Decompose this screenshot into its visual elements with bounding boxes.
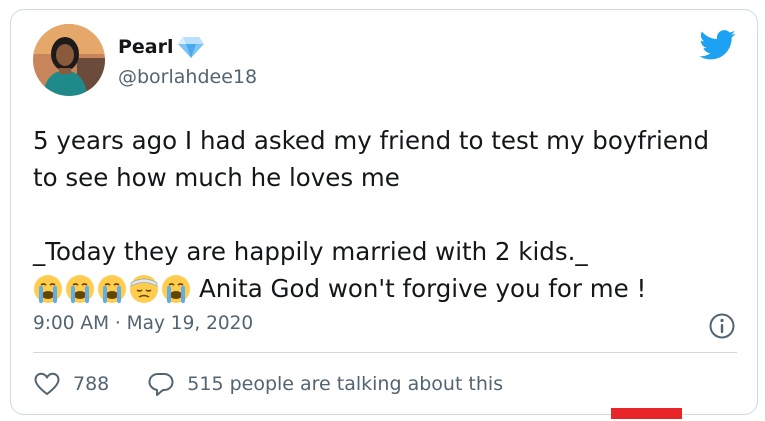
loudly-crying-face-icon <box>66 274 94 303</box>
face-with-head-bandage-icon <box>130 274 158 303</box>
like-button[interactable]: 788 <box>33 370 109 398</box>
tweet-text-line: _Today they are happily married with 2 k… <box>33 237 588 266</box>
blue-diamond-icon <box>178 37 204 58</box>
twitter-bird-icon[interactable] <box>700 30 736 60</box>
loudly-crying-face-icon <box>98 274 126 303</box>
tweet-text-line: to see how much he loves me <box>33 163 400 192</box>
tweet-text-line: Anita God won't forgive you for me ! <box>199 274 647 303</box>
heart-icon <box>34 372 60 396</box>
like-count: 788 <box>73 373 110 395</box>
red-marker <box>611 408 682 419</box>
avatar[interactable] <box>33 24 105 96</box>
reply-button[interactable]: 515 people are talking about this <box>147 370 503 398</box>
tweet-text: 5 years ago I had asked my friend to tes… <box>33 122 733 307</box>
emoji-group <box>33 274 191 304</box>
loudly-crying-face-icon <box>162 274 190 303</box>
reply-text: 515 people are talking about this <box>187 373 504 395</box>
display-name[interactable]: Pearl <box>118 36 174 58</box>
tweet-text-line: 5 years ago I had asked my friend to tes… <box>33 126 709 155</box>
tweet-timestamp[interactable]: 9:00 AM · May 19, 2020 <box>33 313 253 334</box>
emoji-text-line: Anita God won't forgive you for me ! <box>33 270 733 307</box>
tweet-actions: 788 515 people are talking about this <box>33 370 503 398</box>
user-handle[interactable]: @borlahdee18 <box>118 66 257 88</box>
info-icon[interactable] <box>708 312 736 340</box>
divider <box>33 352 737 353</box>
speech-bubble-icon <box>148 373 174 396</box>
loudly-crying-face-icon <box>34 274 62 303</box>
tweet-card[interactable]: Pearl @borlahdee18 5 years ago I had ask… <box>10 9 758 415</box>
